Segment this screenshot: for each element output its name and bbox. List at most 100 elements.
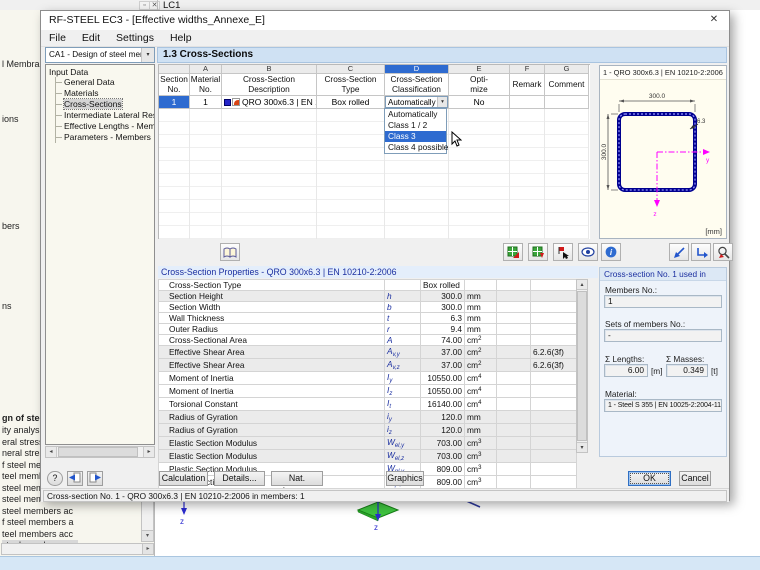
property-value: 9.4 [420, 323, 465, 335]
cell-comment[interactable] [545, 96, 589, 109]
tree-root-input-data[interactable]: Input Data [49, 67, 154, 77]
class-option-class-1-2[interactable]: Class 1 / 2 [385, 120, 446, 131]
menu-edit[interactable]: Edit [74, 32, 108, 44]
menu-file[interactable]: File [41, 32, 74, 44]
default-view-button[interactable] [669, 243, 689, 261]
property-unit: cm3 [464, 462, 497, 476]
zoom-selection-button[interactable] [713, 243, 733, 261]
next-window-button[interactable] [87, 471, 103, 486]
cell-optimize[interactable]: No [449, 96, 510, 109]
cell-description[interactable]: QRO 300x6.3 | EN 102 [222, 96, 317, 109]
close-icon[interactable]: ✕ [699, 11, 729, 30]
empty-rows-area [159, 109, 590, 239]
cell-remark[interactable] [510, 96, 545, 109]
menu-settings[interactable]: Settings [108, 32, 162, 44]
col-letter[interactable] [159, 65, 190, 74]
cancel-button[interactable]: Cancel [679, 471, 711, 486]
background-nav-item[interactable]: bers [2, 221, 20, 231]
classification-combobox[interactable]: Automatically ▾ [385, 96, 448, 108]
property-reference [530, 384, 577, 398]
tree-item-intermediate-lateral-restraints[interactable]: Intermediate Lateral Restraints [56, 110, 154, 121]
corner-view-button[interactable] [691, 243, 711, 261]
property-unit: cm3 [464, 436, 497, 450]
tree-item-effective-lengths-members[interactable]: Effective Lengths - Members [56, 121, 154, 132]
properties-table: Cross-Section Type Box rolled Section Heig… [158, 279, 577, 489]
scroll-up-icon[interactable]: ▴ [577, 280, 587, 290]
property-reference [530, 423, 577, 437]
tree-item-cross-sections[interactable]: Cross-Sections [56, 98, 154, 110]
chevron-down-icon[interactable]: ▾ [437, 97, 447, 107]
col-letter-c[interactable]: C [317, 65, 385, 74]
info-icon: i [605, 246, 617, 258]
col-letter-g[interactable]: G [545, 65, 589, 74]
panel-close-icon[interactable]: ✕ [149, 1, 160, 10]
info-button[interactable]: i [601, 243, 621, 261]
property-value: 809.00 [420, 475, 465, 489]
col-letter-d[interactable]: D [385, 65, 449, 74]
arrow-right-page-icon [89, 472, 101, 483]
chevron-down-icon[interactable]: ▾ [141, 48, 154, 62]
property-name: Effective Shear Area [158, 358, 385, 372]
dialog-title: RF-STEEL EC3 - [Effective widths_Annexe_… [41, 11, 729, 30]
scrollbar-thumb[interactable] [58, 447, 138, 457]
menu-help[interactable]: Help [162, 32, 200, 44]
background-nav-item[interactable]: f steel members a [2, 517, 74, 527]
scroll-down-icon[interactable]: ▾ [142, 530, 153, 541]
view-mode-button[interactable] [578, 243, 598, 261]
graphics-button[interactable]: Graphics [386, 471, 424, 486]
tree-item-parameters-members[interactable]: Parameters - Members [56, 132, 154, 143]
arrow-left-page-icon [69, 472, 81, 483]
col-letter-a[interactable]: A [190, 65, 222, 74]
nat-annex-button[interactable]: Nat. Annex... [271, 471, 323, 496]
ok-button[interactable]: OK [628, 471, 671, 486]
property-symbol: b [384, 301, 421, 313]
help-button[interactable]: ? [47, 471, 63, 486]
svg-text:z: z [180, 517, 184, 526]
members-field[interactable]: 1 [604, 295, 722, 308]
property-unit: cm4 [464, 384, 497, 398]
used-in-panel: Cross-section No. 1 used in Members No.:… [599, 267, 727, 457]
tree-horizontal-scrollbar[interactable]: ◂ ▸ [45, 446, 155, 458]
select-graphically-button[interactable] [553, 243, 573, 261]
class-option-class-3[interactable]: Class 3 [385, 131, 446, 142]
tree-item-general-data[interactable]: General Data [56, 77, 154, 88]
background-nav-item[interactable]: ions [2, 114, 19, 124]
classification-value: Automatically [388, 97, 436, 107]
previous-window-button[interactable] [67, 471, 83, 486]
scroll-down-icon[interactable]: ▾ [577, 442, 587, 452]
background-nav-item[interactable]: teel members acc [2, 529, 73, 539]
col-letter-b[interactable]: B [222, 65, 317, 74]
scrollbar-thumb[interactable] [577, 291, 587, 441]
sum-masses-field[interactable]: 0.349 [666, 364, 708, 377]
export-section-button[interactable] [528, 243, 548, 261]
scroll-right-icon[interactable]: ▸ [142, 544, 153, 554]
cell-section-no[interactable]: 1 [159, 96, 190, 109]
cell-type[interactable]: Box rolled [317, 96, 385, 109]
scroll-right-icon[interactable]: ▸ [143, 447, 154, 457]
import-section-button[interactable] [503, 243, 523, 261]
cell-material-no[interactable]: 1 [190, 96, 222, 109]
class-option-class-4-possible[interactable]: Class 4 possible [385, 142, 448, 153]
header-remark: Remark [510, 74, 545, 96]
class-option-automatically[interactable]: Automatically [385, 109, 446, 120]
section-library-button[interactable] [220, 243, 240, 261]
sets-field[interactable]: - [604, 329, 722, 342]
background-nav-item[interactable]: ns [2, 301, 12, 311]
scroll-left-icon[interactable]: ◂ [46, 447, 57, 457]
navigator-vertical-scrollbar[interactable]: ▾ [141, 500, 154, 542]
sum-lengths-field[interactable]: 6.00 [604, 364, 648, 377]
background-nav-item[interactable]: steel members ac [2, 506, 73, 516]
property-reference [530, 397, 577, 411]
property-unit: cm3 [464, 475, 497, 489]
details-button[interactable]: Details... [214, 471, 265, 486]
material-field[interactable]: 1 - Steel S 355 | EN 10025-2:2004-11 [604, 399, 722, 412]
property-unit: cm3 [464, 449, 497, 463]
tree-item-materials[interactable]: Materials [56, 88, 154, 99]
calculation-button[interactable]: Calculation [159, 471, 208, 486]
properties-vertical-scrollbar[interactable]: ▴ ▾ [576, 279, 588, 453]
col-letter-f[interactable]: F [510, 65, 545, 74]
col-letter-e[interactable]: E [449, 65, 510, 74]
header-description: Cross-Section Description [222, 74, 317, 96]
navigator-horizontal-scrollbar[interactable]: ▸ [1, 543, 154, 555]
design-case-combobox[interactable]: CA1 - Design of steel members ▾ [45, 47, 155, 63]
